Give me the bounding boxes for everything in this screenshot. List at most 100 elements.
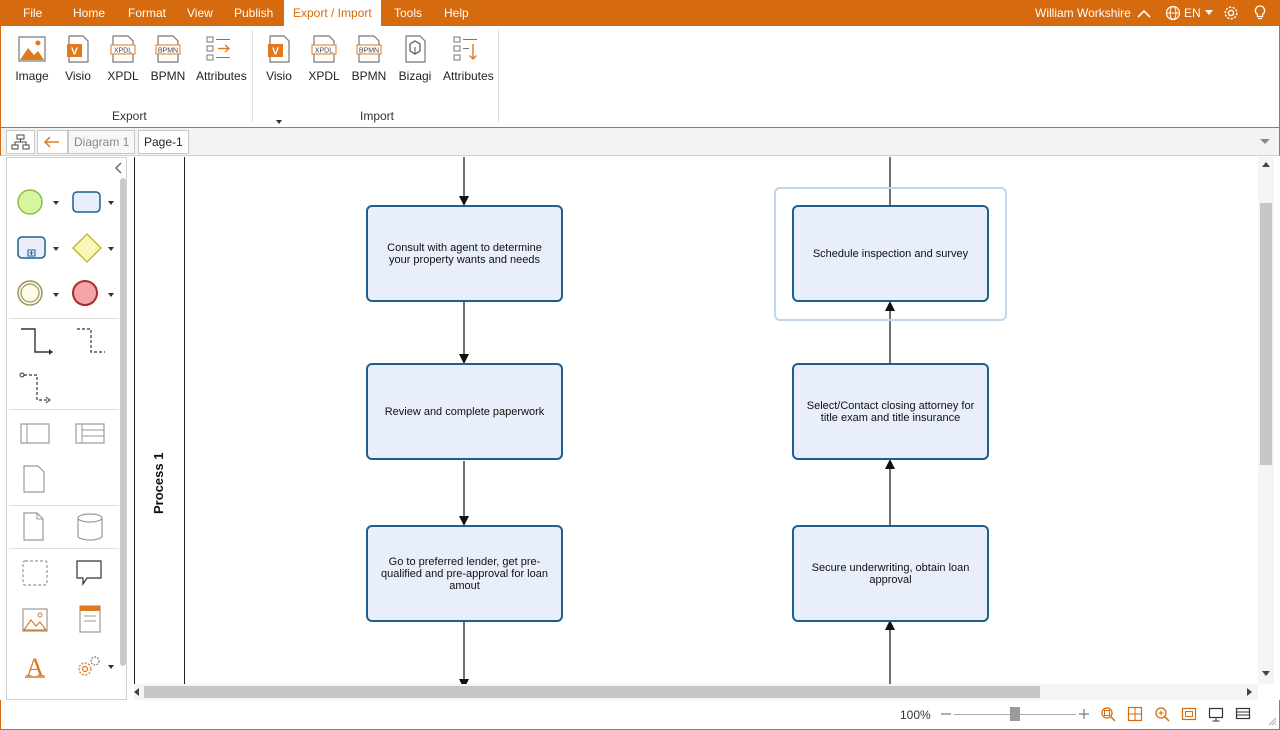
callout-shape[interactable] <box>74 558 104 588</box>
export-visio-button[interactable]: V Visio <box>55 34 101 98</box>
task-shape[interactable] <box>71 190 103 214</box>
settings-shapes-dropdown-icon[interactable] <box>108 665 114 669</box>
message-flow-connector[interactable] <box>75 326 109 358</box>
image-export-icon <box>18 36 46 62</box>
scroll-right-icon[interactable] <box>1247 688 1253 696</box>
status-bar: 100% <box>0 700 1280 730</box>
task-review-paperwork[interactable]: Review and complete paperwork <box>366 363 563 460</box>
panel-divider <box>9 505 119 506</box>
panel-divider <box>9 548 119 549</box>
import-visio-button[interactable]: V Visio <box>256 34 302 124</box>
menu-format[interactable]: Format <box>128 0 166 26</box>
export-bpmn-button[interactable]: BPMN BPMN <box>145 34 191 98</box>
menu-export-import[interactable]: Export / Import <box>284 0 381 26</box>
menu-home[interactable]: Home <box>73 0 105 26</box>
panel-scrollbar[interactable] <box>120 178 126 666</box>
overview-icon[interactable] <box>1235 706 1251 722</box>
user-name[interactable]: William Workshire <box>1035 0 1131 26</box>
task-label: Go to preferred lender, get pre-qualifie… <box>381 555 548 592</box>
ribbon-group-divider <box>252 30 253 122</box>
import-attributes-button[interactable]: Attributes <box>443 34 494 98</box>
fit-width-icon[interactable] <box>1181 706 1197 722</box>
visio-icon: V <box>268 35 290 63</box>
data-object-shape[interactable] <box>21 510 47 542</box>
settings-shapes-icon[interactable] <box>73 652 103 682</box>
subprocess-shape[interactable] <box>16 235 48 261</box>
lane-label[interactable]: Process 1 <box>151 394 169 514</box>
panel-divider <box>9 318 119 319</box>
breadcrumb-diagram[interactable]: Diagram 1 <box>68 130 136 154</box>
horizontal-scroll-thumb[interactable] <box>144 686 1040 698</box>
vertical-scrollbar[interactable] <box>1258 157 1274 684</box>
form-shape[interactable] <box>75 603 105 635</box>
export-bpmn-label: BPMN <box>150 69 186 83</box>
menu-tools[interactable]: Tools <box>394 0 422 26</box>
gateway-dropdown-icon[interactable] <box>108 247 114 251</box>
zoom-out-icon[interactable] <box>940 708 952 720</box>
zoom-fit-icon[interactable] <box>1100 706 1116 722</box>
menu-view[interactable]: View <box>187 0 213 26</box>
picture-shape[interactable] <box>20 605 50 635</box>
task-consult-agent[interactable]: Consult with agent to determine your pro… <box>366 205 563 302</box>
xpdl-icon: XPDL <box>311 35 337 63</box>
import-attributes-label: Attributes <box>443 69 494 83</box>
attributes-import-icon <box>453 36 477 61</box>
scroll-down-icon[interactable] <box>1262 671 1270 677</box>
sequence-flow-connector[interactable] <box>19 326 53 358</box>
task-label: Schedule inspection and survey <box>812 247 969 260</box>
breadcrumb-page[interactable]: Page-1 <box>138 130 189 154</box>
intermediate-event-dropdown-icon[interactable] <box>53 293 59 297</box>
horizontal-scrollbar[interactable] <box>134 684 1258 700</box>
import-bpmn-label: BPMN <box>351 69 387 83</box>
diagram-canvas[interactable]: Consult with agent to determine your pro… <box>134 157 1258 684</box>
gateway-shape[interactable] <box>71 232 103 264</box>
subprocess-dropdown-icon[interactable] <box>53 247 59 251</box>
diagram-navigator-button[interactable] <box>6 130 35 154</box>
lane-shape[interactable] <box>74 421 106 447</box>
fit-page-icon[interactable] <box>1127 706 1143 722</box>
task-closing-attorney[interactable]: Select/Contact closing attorney for titl… <box>792 363 989 460</box>
export-xpdl-button[interactable]: XPDL XPDL <box>100 34 146 98</box>
visio-icon: V <box>67 35 89 63</box>
data-store-shape[interactable] <box>75 512 105 542</box>
task-preferred-lender[interactable]: Go to preferred lender, get pre-qualifie… <box>366 525 563 622</box>
zoom-slider-thumb[interactable] <box>1010 707 1020 721</box>
import-bpmn-button[interactable]: BPMN BPMN <box>346 34 392 98</box>
task-dropdown-icon[interactable] <box>108 201 114 205</box>
menu-file[interactable]: File <box>23 0 42 26</box>
menu-help[interactable]: Help <box>444 0 469 26</box>
import-xpdl-button[interactable]: XPDL XPDL <box>301 34 347 98</box>
group-shape[interactable] <box>20 558 50 588</box>
association-connector[interactable] <box>19 370 53 404</box>
end-event-shape[interactable] <box>71 279 99 307</box>
start-event-dropdown-icon[interactable] <box>53 201 59 205</box>
annotation-shape[interactable] <box>21 463 47 495</box>
vertical-scroll-thumb[interactable] <box>1260 203 1272 465</box>
scroll-up-icon[interactable] <box>1262 162 1270 168</box>
scroll-left-icon[interactable] <box>134 688 140 696</box>
import-xpdl-label: XPDL <box>308 69 340 83</box>
export-attributes-button[interactable]: Attributes <box>196 34 247 98</box>
collapse-panel-icon[interactable] <box>113 162 123 174</box>
import-bizagi-button[interactable]: Bizagi <box>392 34 438 98</box>
import-group-label: Import <box>360 109 395 123</box>
resize-grip-icon[interactable] <box>1267 716 1277 726</box>
import-visio-label: Visio <box>266 69 292 83</box>
tabs-dropdown-icon[interactable] <box>1260 139 1270 145</box>
import-visio-dropdown-icon[interactable] <box>276 120 282 124</box>
presentation-icon[interactable] <box>1208 706 1224 722</box>
zoom-in-icon[interactable] <box>1078 708 1090 720</box>
intermediate-event-shape[interactable] <box>16 279 44 307</box>
svg-text:V: V <box>71 47 78 58</box>
text-tool-icon[interactable]: A <box>21 652 49 680</box>
task-schedule-inspection[interactable]: Schedule inspection and survey <box>792 205 989 302</box>
task-secure-underwriting[interactable]: Secure underwriting, obtain loan approva… <box>792 525 989 622</box>
language-selector[interactable]: EN <box>1184 0 1201 26</box>
menu-publish[interactable]: Publish <box>234 0 273 26</box>
zoom-tool-icon[interactable] <box>1154 706 1170 722</box>
back-button[interactable] <box>37 130 68 154</box>
end-event-dropdown-icon[interactable] <box>108 293 114 297</box>
start-event-shape[interactable] <box>16 188 44 216</box>
pool-shape[interactable] <box>19 421 51 447</box>
export-image-button[interactable]: Image <box>9 34 55 98</box>
